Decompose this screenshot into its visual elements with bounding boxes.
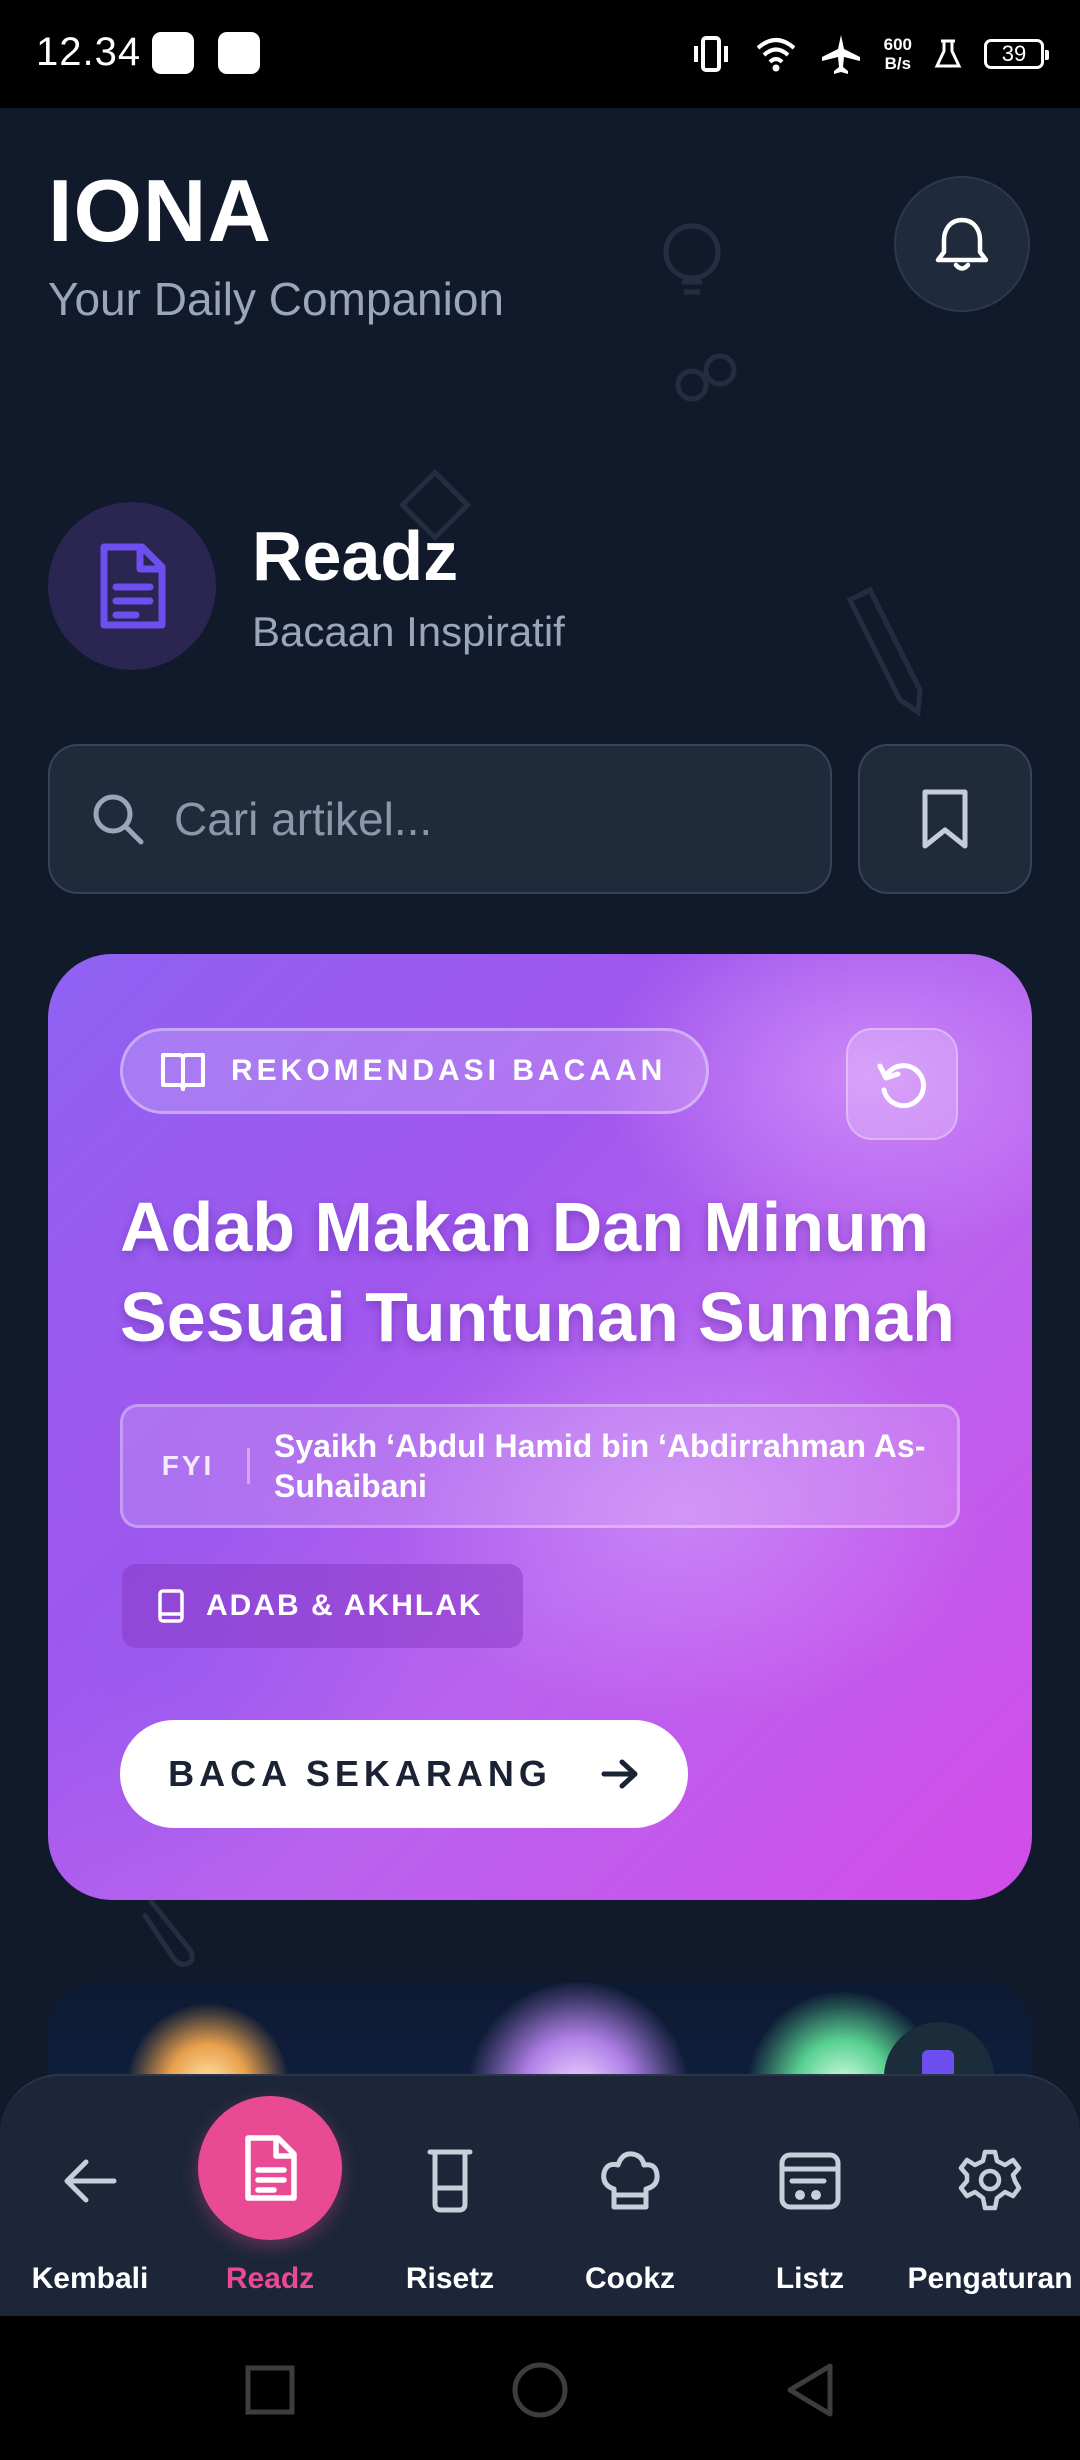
book-icon <box>158 1589 184 1623</box>
notification-icon <box>218 32 260 74</box>
nav-item-pengaturan[interactable]: Pengaturan <box>900 2076 1080 2318</box>
author-box: FYI Syaikh ‘Abdul Hamid bin ‘Abdirrahman… <box>120 1404 960 1528</box>
nav-label: Cookz <box>585 2262 675 2295</box>
category-tag: ADAB & AKHLAK <box>122 1564 523 1648</box>
status-time: 12.34 <box>36 30 142 74</box>
fyi-label: FYI <box>129 1448 250 1484</box>
nav-label: Readz <box>225 2262 315 2295</box>
recommendation-badge: REKOMENDASI BACAAN <box>120 1028 710 1114</box>
nav-active-readz-button[interactable] <box>198 2096 342 2240</box>
decorative-clip-icon <box>141 1898 195 1967</box>
status-icons: 600 B/s 39 <box>690 26 1049 82</box>
back-button[interactable] <box>782 2360 838 2420</box>
arrow-right-icon <box>601 1759 638 1789</box>
arrow-left-icon <box>45 2136 135 2226</box>
nav-item-kembali[interactable]: Kembali <box>0 2076 180 2318</box>
search-box[interactable] <box>48 744 832 894</box>
search-icon <box>88 789 148 849</box>
status-bar: 12.34 600 B/s 39 <box>0 0 1080 108</box>
decorative-doodles-icon <box>663 223 737 402</box>
category-label: ADAB & AKHLAK <box>206 1589 483 1622</box>
notification-button[interactable] <box>894 176 1030 312</box>
bookmark-icon <box>922 789 968 849</box>
nav-item-risetz[interactable]: Risetz <box>360 2076 540 2318</box>
article-title: Adab Makan Dan Minum Sesuai Tuntunan Sun… <box>120 1188 955 1356</box>
beaker-icon <box>405 2136 495 2226</box>
recommendation-card[interactable]: REKOMENDASI BACAAN Adab Makan Dan Minum … <box>48 954 1032 1900</box>
wifi-icon <box>756 38 795 72</box>
read-now-button[interactable]: BACA SEKARANG <box>120 1720 688 1828</box>
section-subtitle: Bacaan Inspiratif <box>252 608 565 655</box>
document-icon <box>100 543 166 629</box>
nav-label: Listz <box>775 2262 845 2295</box>
search-input[interactable] <box>172 791 796 847</box>
refresh-button[interactable] <box>846 1028 958 1140</box>
decorative-pencil-icon <box>846 586 923 717</box>
section-title: Readz <box>252 517 459 595</box>
read-now-label: BACA SEKARANG <box>168 1753 552 1794</box>
nav-label: Risetz <box>405 2262 495 2295</box>
refresh-icon <box>877 1063 926 1109</box>
chef-hat-icon <box>585 2136 675 2226</box>
bottom-nav: Kembali Readz Risetz Cookz Listz Pengatu… <box>0 2074 1080 2318</box>
vibrate-icon <box>693 36 728 72</box>
lab-icon <box>934 39 962 68</box>
nav-label: Pengaturan <box>907 2262 1073 2295</box>
airplane-icon <box>821 35 860 74</box>
nav-item-cookz[interactable]: Cookz <box>540 2076 720 2318</box>
gear-icon <box>945 2136 1035 2226</box>
bell-icon <box>935 217 989 271</box>
document-icon <box>245 2135 297 2201</box>
home-button[interactable] <box>510 2360 570 2420</box>
bookmark-button[interactable] <box>858 744 1032 894</box>
section-icon <box>48 502 216 670</box>
app-title: IONA <box>48 161 272 260</box>
net-speed: 600 B/s <box>883 35 912 73</box>
article-author: Syaikh ‘Abdul Hamid bin ‘Abdirrahman As-… <box>274 1428 926 1504</box>
nav-label: Kembali <box>31 2262 149 2295</box>
app-subtitle: Your Daily Companion <box>48 273 505 325</box>
recent-apps-button[interactable] <box>244 2364 296 2416</box>
battery-icon: 39 <box>984 39 1049 69</box>
badge-label: REKOMENDASI BACAAN <box>231 1054 667 1087</box>
notification-icon <box>152 32 194 74</box>
list-icon <box>765 2136 855 2226</box>
open-book-icon <box>161 1053 205 1091</box>
system-nav-bar <box>0 2316 1080 2460</box>
nav-item-listz[interactable]: Listz <box>720 2076 900 2318</box>
